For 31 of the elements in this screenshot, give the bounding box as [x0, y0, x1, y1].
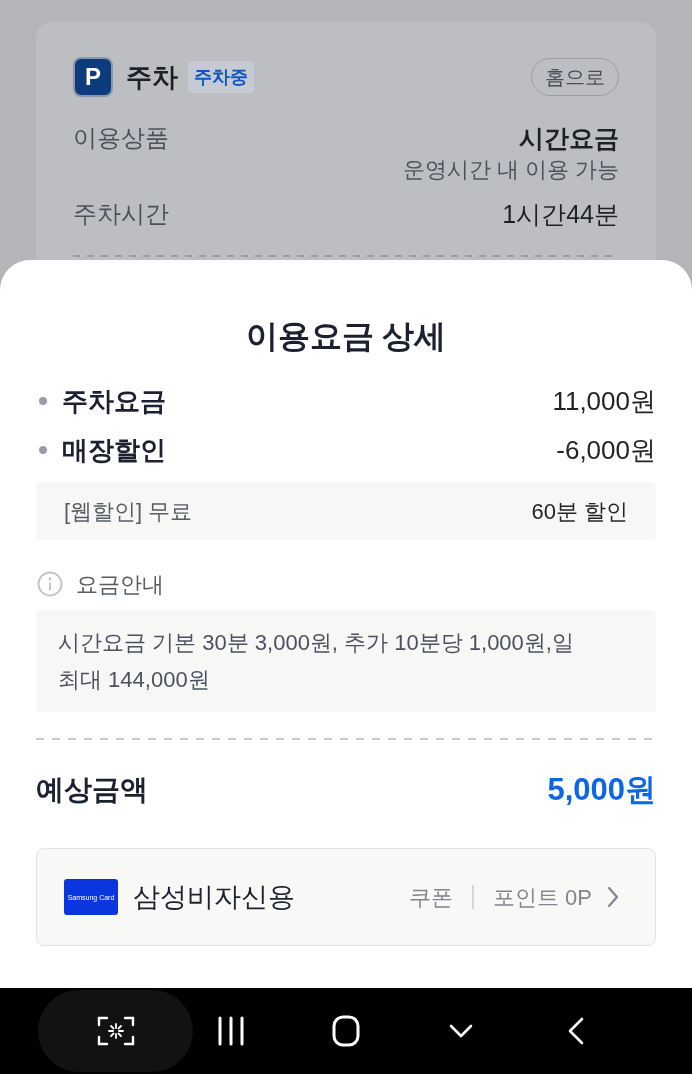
points-link[interactable]: 포인트 0P: [492, 880, 592, 914]
fee-label: 매장할인: [62, 433, 166, 467]
fee-value: 11,000원: [552, 384, 656, 418]
discount-label: [웹할인] 무료: [64, 497, 193, 526]
card-name: 삼성비자신용: [133, 880, 295, 914]
coupon-link[interactable]: 쿠폰: [409, 880, 454, 914]
discount-value: 60분 할인: [531, 497, 628, 526]
info-value: 1시간44분: [502, 199, 619, 230]
fee-value: -6,000원: [556, 433, 656, 467]
status-badge: 주차중: [188, 61, 254, 93]
fee-label: 주차요금: [62, 384, 166, 418]
fee-info-heading: 요금안내: [76, 570, 164, 599]
fee-info-text: 시간요금 기본 30분 3,000원, 추가 10분당 1,000원,일 최대 144,000원: [58, 629, 575, 694]
info-icon: [37, 571, 63, 597]
info-value: 시간요금: [519, 123, 619, 154]
bullet-icon: [39, 446, 47, 454]
recent-apps-icon: [216, 1016, 245, 1046]
info-label: 이용상품: [73, 123, 169, 153]
chevron-down-icon: [448, 1024, 473, 1038]
estimate-amount: 5,000원: [547, 770, 656, 809]
scan-icon: [96, 1016, 135, 1046]
sheet-title: 이용요금 상세: [245, 317, 447, 356]
chevron-right-icon: [607, 886, 619, 908]
parking-icon: P: [73, 57, 113, 97]
bullet-icon: [39, 397, 47, 405]
back-icon: [567, 1017, 584, 1045]
info-note: 운영시간 내 이용 가능: [402, 156, 619, 184]
estimate-label: 예상금액: [36, 773, 148, 807]
card-title: 주차: [126, 61, 178, 94]
info-label: 주차시간: [73, 199, 169, 229]
home-icon: [331, 1015, 360, 1047]
